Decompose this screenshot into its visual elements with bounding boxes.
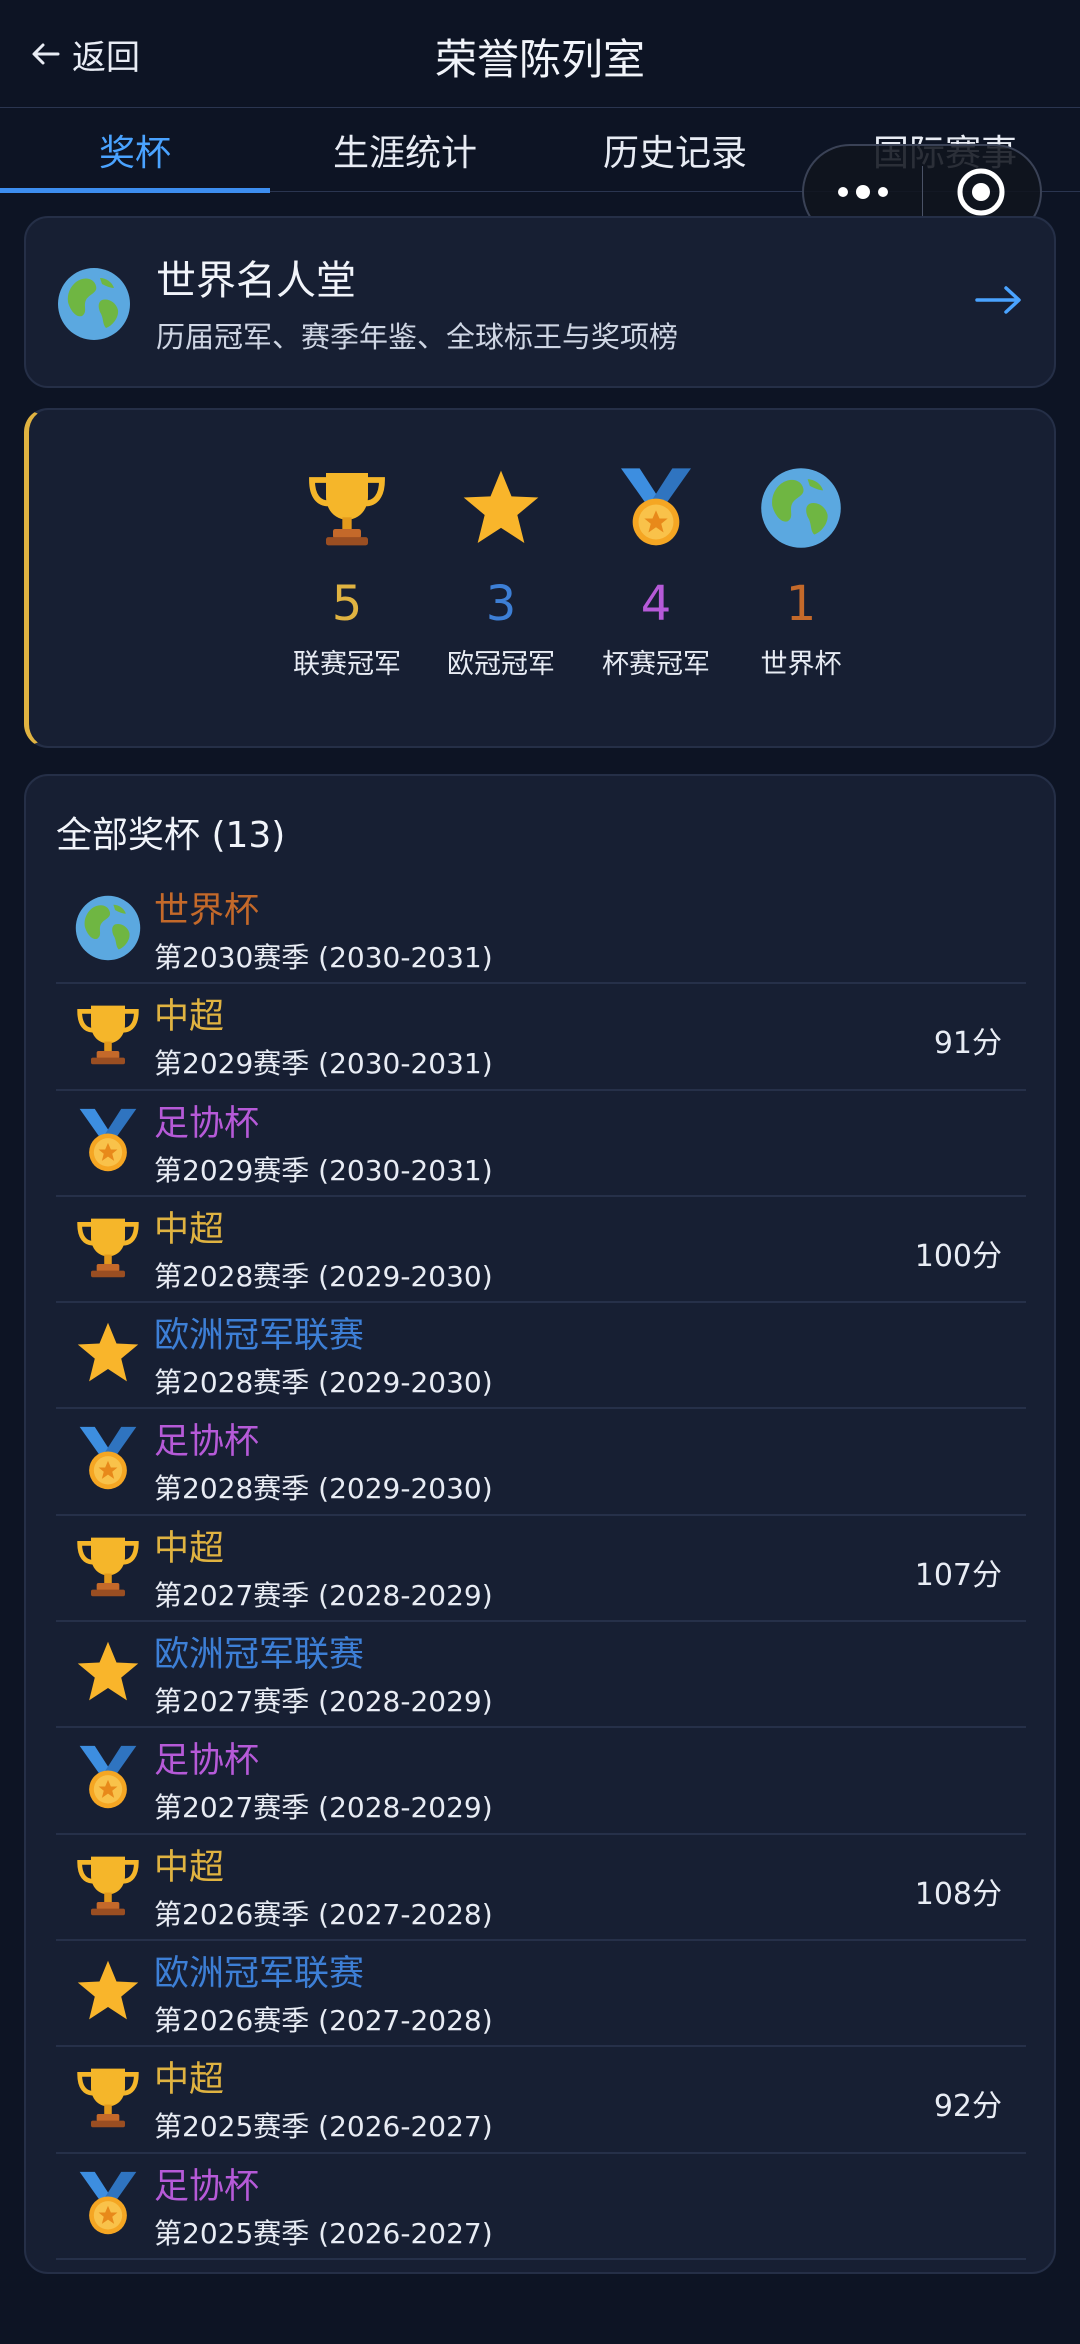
star-icon: [74, 1319, 142, 1387]
trophy-points: 91分: [933, 1026, 1002, 1062]
summary-label: 欧冠冠军: [447, 649, 555, 680]
medal-icon: [74, 1744, 142, 1812]
arrow-right-icon: [974, 280, 1024, 324]
page-title: 荣誉陈列室: [434, 35, 645, 84]
trophy-season: 第2027赛季 (2028-2029): [154, 1685, 493, 1719]
medal-icon: [74, 2170, 142, 2238]
trophy-row[interactable]: 足协杯第2025赛季 (2026-2027): [56, 2154, 1026, 2260]
trophy-points: 107分: [914, 1557, 1002, 1593]
trophy-icon: [305, 466, 389, 550]
summary-count: 1: [785, 576, 817, 632]
top-bar: 返回 荣誉陈列室: [0, 0, 1080, 108]
trophy-name: 足协杯: [154, 1103, 260, 1144]
trophy-season: 第2027赛季 (2028-2029): [154, 1791, 493, 1825]
star-icon: [74, 1957, 142, 2025]
trophy-season: 第2025赛季 (2026-2027): [154, 2110, 493, 2144]
trophy-name: 欧洲冠军联赛: [154, 1635, 365, 1676]
trophy-list-card: 全部奖杯 (13) 世界杯 第2030赛季 (2030-2031) 中超 第2029赛…: [24, 774, 1056, 2274]
target-icon: [957, 168, 1005, 216]
medal-icon: [614, 466, 698, 550]
summary-label: 世界杯: [760, 649, 842, 680]
trophy-name: 足协杯: [154, 1422, 260, 1463]
trophy-row[interactable]: 中超第2029赛季 (2030-2031) 91分: [56, 984, 1026, 1091]
summary-league-titles: 5 联赛冠军: [277, 466, 417, 681]
globe-icon: [56, 266, 132, 346]
trophy-icon: [74, 1532, 142, 1600]
summary-cup-titles: 4 杯赛冠军: [586, 466, 726, 681]
trophy-icon: [74, 1000, 142, 1068]
hall-of-fame-subtitle: 历届冠军、赛季年鉴、全球标王与奖项榜: [156, 320, 679, 354]
hall-of-fame-card[interactable]: 世界名人堂 历届冠军、赛季年鉴、全球标王与奖项榜: [24, 216, 1056, 388]
trophy-points: 100分: [914, 1238, 1002, 1274]
trophy-season: 第2028赛季 (2029-2030): [154, 1366, 493, 1400]
summary-ucl-titles: 3 欧冠冠军: [431, 466, 571, 681]
star-icon: [459, 466, 543, 550]
trophy-row[interactable]: 足协杯第2027赛季 (2028-2029): [56, 1728, 1026, 1835]
summary-label: 联赛冠军: [293, 649, 401, 680]
tab-history[interactable]: 历史记录: [540, 108, 810, 192]
trophy-name: 足协杯: [154, 1741, 260, 1782]
trophy-list-title: 全部奖杯 (13): [56, 815, 286, 856]
trophy-row[interactable]: 世界杯第2030赛季 (2030-2031): [56, 878, 1026, 985]
trophy-name: 世界杯: [154, 891, 260, 931]
trophy-row[interactable]: 足协杯第2029赛季 (2030-2031): [56, 1091, 1026, 1197]
more-dots-icon: [837, 185, 888, 199]
hall-of-fame-title: 世界名人堂: [156, 258, 356, 304]
trophy-row[interactable]: 中超第2027赛季 (2028-2029) 107分: [56, 1516, 1026, 1623]
trophy-season: 第2029赛季 (2030-2031): [154, 1153, 493, 1187]
tab-trophies[interactable]: 奖杯: [0, 108, 270, 193]
trophy-name: 中超: [154, 1209, 225, 1250]
trophy-row[interactable]: 中超第2028赛季 (2029-2030) 100分: [56, 1197, 1026, 1304]
summary-world-cup: 1 世界杯: [731, 466, 871, 681]
summary-count: 5: [331, 576, 363, 632]
trophy-season: 第2025赛季 (2026-2027): [154, 2216, 493, 2250]
globe-icon: [759, 466, 843, 550]
trophy-season: 第2030赛季 (2030-2031): [154, 941, 493, 974]
summary-count: 4: [640, 576, 672, 632]
trophy-summary-card: 5 联赛冠军 3 欧冠冠军 4 杯赛冠军 1 世界杯: [24, 408, 1056, 748]
trophy-season: 第2029赛季 (2030-2031): [154, 1047, 493, 1081]
trophy-points: 108分: [914, 1876, 1002, 1912]
trophy-season: 第2027赛季 (2028-2029): [154, 1578, 493, 1612]
trophy-season: 第2026赛季 (2027-2028): [154, 1897, 493, 1931]
trophy-name: 中超: [154, 1528, 225, 1569]
trophy-row[interactable]: 欧洲冠军联赛第2026赛季 (2027-2028): [56, 1941, 1026, 2048]
summary-count: 3: [485, 576, 517, 632]
trophy-season: 第2028赛季 (2029-2030): [154, 1472, 493, 1506]
trophy-list: 世界杯 第2030赛季 (2030-2031) 中超 第2029赛季 (2030-20…: [56, 878, 1026, 2260]
trophy-icon: [74, 2063, 142, 2131]
trophy-row[interactable]: 足协杯第2028赛季 (2029-2030): [56, 1409, 1026, 1516]
trophy-season: 第2026赛季 (2027-2028): [154, 2003, 493, 2037]
trophy-name: 欧洲冠军联赛: [154, 1316, 365, 1357]
medal-icon: [74, 1425, 142, 1493]
trophy-row[interactable]: 中超第2026赛季 (2027-2028) 108分: [56, 1835, 1026, 1941]
trophy-season: 第2028赛季 (2029-2030): [154, 1259, 493, 1293]
medal-icon: [74, 1107, 142, 1175]
tab-career-stats[interactable]: 生涯统计: [270, 108, 540, 192]
trophy-name: 中超: [154, 1847, 225, 1888]
trophy-row[interactable]: 中超第2025赛季 (2026-2027) 92分: [56, 2047, 1026, 2154]
trophy-icon: [74, 1851, 142, 1919]
trophy-name: 欧洲冠军联赛: [154, 1953, 365, 1994]
trophy-icon: [74, 1213, 142, 1281]
trophy-points: 92分: [933, 2089, 1002, 2125]
trophy-name: 中超: [154, 997, 225, 1038]
trophy-name: 中超: [154, 2060, 225, 2101]
globe-icon: [74, 894, 142, 962]
star-icon: [74, 1638, 142, 1706]
summary-label: 杯赛冠军: [602, 649, 710, 680]
trophy-row[interactable]: 欧洲冠军联赛第2028赛季 (2029-2030): [56, 1303, 1026, 1410]
trophy-row[interactable]: 欧洲冠军联赛第2027赛季 (2028-2029): [56, 1622, 1026, 1729]
trophy-name: 足协杯: [154, 2166, 260, 2207]
